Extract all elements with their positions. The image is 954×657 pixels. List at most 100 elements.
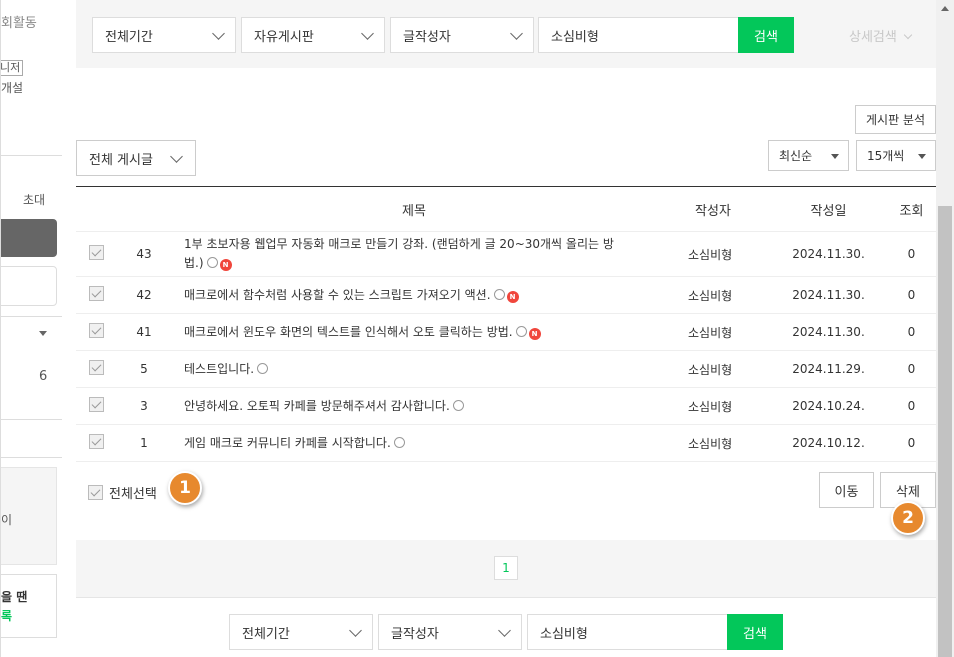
sidebar-input[interactable]	[1, 266, 57, 306]
post-title[interactable]: 게임 매크로 커뮤니티 카페를 시작합니다.	[184, 436, 391, 450]
author-header: 작성자	[656, 186, 770, 232]
step-badge-2: 2	[891, 501, 925, 535]
post-title[interactable]: 매크로에서 함수처럼 사용할 수 있는 스크립트 가져오기 액션.	[184, 288, 491, 302]
select-all-checkbox[interactable]	[88, 485, 103, 500]
divider	[1, 316, 62, 317]
post-views: 0	[887, 350, 936, 388]
post-views: 0	[887, 424, 936, 462]
advanced-search-link[interactable]: 상세검색	[849, 26, 913, 45]
post-author[interactable]: 소심비형	[656, 350, 770, 388]
post-filter-select[interactable]: 전체 게시글	[76, 140, 196, 176]
post-author[interactable]: 소심비형	[656, 313, 770, 351]
post-date: 2024.11.30.	[770, 313, 887, 351]
bottom-search-button[interactable]: 검색	[727, 614, 783, 650]
bottom-search-input[interactable]: 소심비형	[527, 614, 728, 650]
post-author[interactable]: 소심비형	[656, 231, 770, 277]
row-checkbox[interactable]	[89, 245, 104, 260]
count-value: 6	[39, 369, 48, 384]
field-label: 글작성자	[403, 29, 451, 45]
divider	[1, 419, 62, 420]
table-row[interactable]: 3 안녕하세요. 오토픽 카페를 방문해주셔서 감사합니다. 소심비형 2024.10…	[76, 387, 936, 425]
table-row[interactable]: 1 게임 매크로 커뮤니티 카페를 시작합니다. 소심비형 2024.10.12. 0	[76, 424, 936, 462]
advanced-label: 상세검색	[849, 30, 897, 45]
bottom-period-label: 전체기간	[242, 626, 290, 642]
post-title[interactable]: 테스트입니다.	[184, 362, 254, 376]
per-page-select[interactable]: 15개씩	[856, 140, 936, 171]
table-row[interactable]: 5 테스트입니다. 소심비형 2024.11.29. 0	[76, 350, 936, 388]
post-views: 0	[887, 276, 936, 314]
smile-icon	[515, 325, 527, 337]
chevron-down-icon	[361, 27, 374, 40]
caret-down-icon	[831, 154, 839, 159]
top-search-bar: 전체기간 자유게시판 글작성자 소심비형 검색 상세검색	[76, 0, 936, 68]
select-all-label: 전체선택	[109, 487, 157, 502]
post-number: 5	[116, 350, 172, 388]
select-all-control[interactable]: 전체선택	[88, 483, 157, 502]
invite-link[interactable]: 초대	[23, 191, 45, 208]
activity-label: 회활동	[1, 16, 37, 31]
post-title[interactable]: 매크로에서 윈도우 화면의 텍스트를 인식해서 오토 클릭하는 방법.	[184, 325, 513, 339]
filter-label: 전체 게시글	[89, 152, 153, 168]
chevron-down-icon	[510, 27, 523, 40]
per-page-label: 15개씩	[867, 149, 905, 163]
bottom-period-select[interactable]: 전체기간	[229, 614, 373, 650]
board-select[interactable]: 자유게시판	[241, 17, 385, 53]
row-checkbox[interactable]	[89, 286, 104, 301]
dropdown-arrow-icon[interactable]	[39, 331, 47, 336]
row-checkbox[interactable]	[89, 323, 104, 338]
scroll-up-arrow-icon[interactable]	[941, 6, 949, 11]
post-number: 41	[116, 313, 172, 351]
row-checkbox[interactable]	[89, 434, 104, 449]
post-date: 2024.11.29.	[770, 350, 887, 388]
board-analysis-button[interactable]: 게시판 분석	[855, 105, 936, 134]
new-badge-icon: N	[219, 259, 232, 271]
move-button[interactable]: 이동	[819, 472, 874, 508]
post-author[interactable]: 소심비형	[656, 387, 770, 425]
views-header: 조회	[887, 186, 936, 232]
row-checkbox[interactable]	[89, 397, 104, 412]
bottom-field-select[interactable]: 글작성자	[378, 614, 522, 650]
post-number: 1	[116, 424, 172, 462]
table-row[interactable]: 41 매크로에서 윈도우 화면의 텍스트를 인식해서 오토 클릭하는 방법. N 소심…	[76, 313, 936, 351]
post-title[interactable]: 1부 초보자용 웹업무 자동화 매크로 만들기 강좌. (랜덤하게 글 20~3…	[184, 237, 614, 270]
step-badge-1: 1	[168, 471, 202, 505]
divider	[1, 155, 62, 156]
scrollbar[interactable]	[936, 0, 954, 657]
left-sidebar: 회활동 니저 개설 초대 6 이 을 땐 록	[0, 0, 62, 657]
post-title[interactable]: 안녕하세요. 오토픽 카페를 방문해주셔서 감사합니다.	[184, 399, 450, 413]
bottom-search-bar: 전체기간 글작성자 소심비형 검색	[76, 597, 936, 657]
title-header: 제목	[172, 186, 656, 232]
chevron-down-icon	[903, 30, 913, 40]
opened-label: 개설	[1, 81, 24, 95]
sort-select[interactable]: 최신순	[768, 140, 849, 171]
sort-label: 최신순	[779, 149, 813, 163]
post-number: 42	[116, 276, 172, 314]
post-date: 2024.10.12.	[770, 424, 887, 462]
page-1-button[interactable]: 1	[494, 556, 518, 580]
smile-icon	[493, 288, 505, 300]
scrollbar-thumb[interactable]	[938, 206, 952, 657]
board-label: 자유게시판	[254, 29, 314, 45]
post-author[interactable]: 소심비형	[656, 424, 770, 462]
search-button[interactable]: 검색	[738, 17, 794, 53]
period-select[interactable]: 전체기간	[92, 17, 236, 53]
row-checkbox[interactable]	[89, 360, 104, 375]
table-row[interactable]: 42 매크로에서 함수처럼 사용할 수 있는 스크립트 가져오기 액션. N 소심비형…	[76, 276, 936, 314]
field-select[interactable]: 글작성자	[390, 17, 534, 53]
new-badge-icon: N	[506, 290, 519, 303]
promo-green-text[interactable]: 록	[1, 607, 12, 624]
manager-badge: 니저	[1, 60, 24, 76]
post-table: 제목 작성자 작성일 조회 43 1부 초보자용 웹업무 자동화 매크로 만들기 …	[76, 186, 936, 462]
smile-icon	[206, 257, 218, 268]
date-header: 작성일	[770, 186, 887, 232]
search-input[interactable]: 소심비형	[538, 17, 739, 53]
promo-text: 을 땐	[1, 590, 28, 604]
post-views: 0	[887, 313, 936, 351]
table-row[interactable]: 43 1부 초보자용 웹업무 자동화 매크로 만들기 강좌. (랜덤하게 글 20…	[76, 231, 936, 277]
post-views: 0	[887, 387, 936, 425]
period-label: 전체기간	[105, 29, 153, 45]
post-author[interactable]: 소심비형	[656, 276, 770, 314]
write-button[interactable]	[1, 219, 57, 257]
bottom-field-label: 글작성자	[391, 626, 439, 642]
divider	[1, 457, 62, 458]
